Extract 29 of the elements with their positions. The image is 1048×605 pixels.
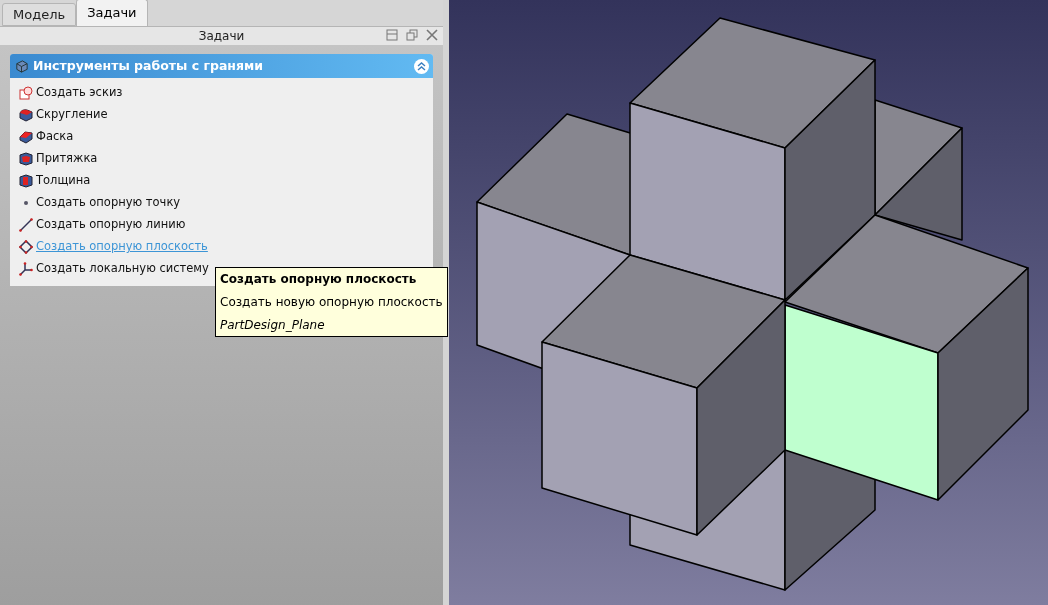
task-link[interactable]: Создать опорную линию xyxy=(36,216,186,234)
sketch-icon xyxy=(18,85,34,101)
collapse-button[interactable] xyxy=(414,58,429,74)
close-icon[interactable] xyxy=(425,28,439,42)
pane-title: Задачи xyxy=(198,28,245,45)
task-link[interactable]: Создать опорную точку xyxy=(36,194,181,212)
bevel-block-icon xyxy=(18,129,34,145)
task-link[interactable]: Создать локальную систему xyxy=(36,260,209,278)
float-icon[interactable] xyxy=(405,28,419,42)
tab[interactable]: Задачи xyxy=(76,0,148,26)
task-link[interactable]: Толщина xyxy=(36,172,91,190)
tapered-block-icon xyxy=(18,151,34,167)
tab[interactable]: Модель xyxy=(2,3,77,26)
splitter[interactable] xyxy=(443,0,449,605)
solid-icon xyxy=(14,58,29,74)
dock-icon[interactable] xyxy=(385,28,399,42)
panel-title: Инструменты работы с гранями xyxy=(33,56,264,75)
diamond-plane-icon xyxy=(18,239,34,255)
task-link[interactable]: Создать эскиз xyxy=(36,84,123,102)
task-link[interactable]: Фаска xyxy=(36,128,74,146)
task-link[interactable]: Скругление xyxy=(36,106,108,124)
axes-icon xyxy=(18,261,34,277)
rounded-block-icon xyxy=(18,107,34,123)
command-name: PartDesign_Plane xyxy=(220,317,326,334)
hollow-block-icon xyxy=(18,173,34,189)
task-link[interactable]: Притяжка xyxy=(36,150,98,168)
tooltip-description: Создать новую опорную плоскость xyxy=(220,294,443,311)
line-icon xyxy=(18,217,34,233)
tooltip-title: Создать опорную плоскость xyxy=(220,271,418,288)
